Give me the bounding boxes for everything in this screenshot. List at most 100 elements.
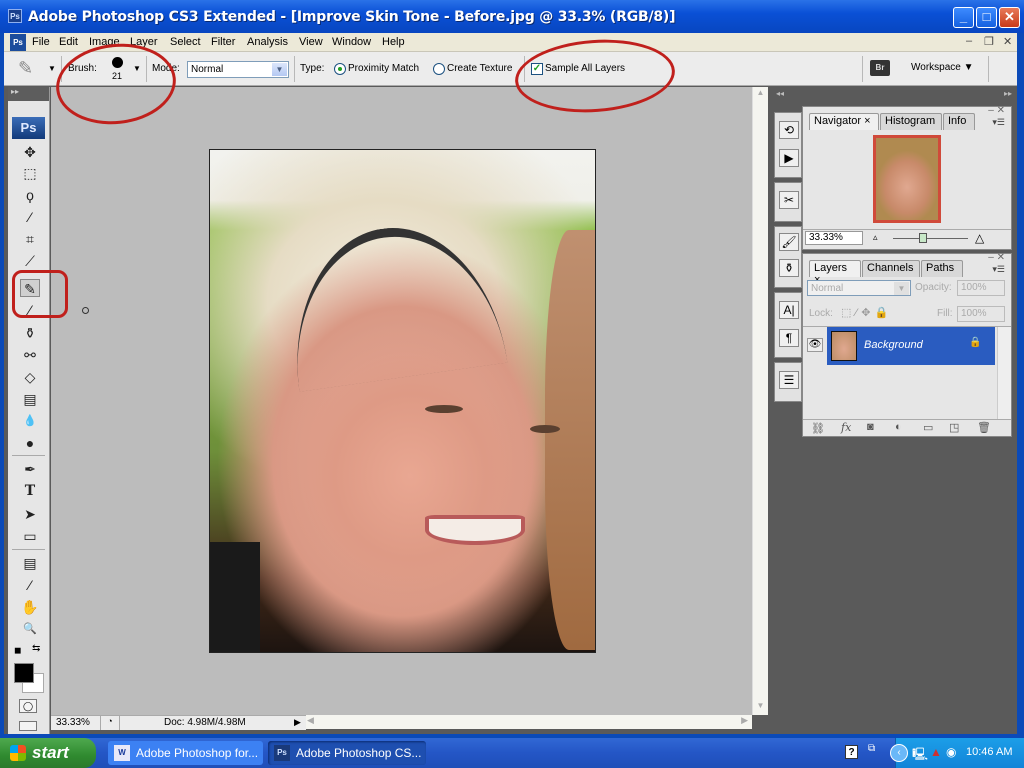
- proximity-match-label[interactable]: Proximity Match: [348, 63, 419, 74]
- workspace-menu[interactable]: Workspace ▼: [911, 62, 974, 73]
- tab-histogram[interactable]: Histogram: [880, 113, 942, 130]
- foreground-color-swatch[interactable]: [14, 663, 34, 683]
- visibility-eye-icon[interactable]: 👁: [807, 338, 823, 352]
- eraser-tool-icon[interactable]: ◇: [20, 368, 40, 386]
- history-icon[interactable]: ⟲: [779, 121, 799, 139]
- help-icon[interactable]: ?: [845, 745, 858, 759]
- clone-stamp-tool-icon[interactable]: ⚱: [20, 324, 40, 342]
- maximize-button[interactable]: □: [976, 7, 997, 28]
- volume-icon[interactable]: ◉: [946, 745, 956, 759]
- menu-window[interactable]: Window: [332, 36, 371, 48]
- default-colors-icon[interactable]: ◼: [14, 645, 21, 656]
- scroll-up-icon[interactable]: ▲: [754, 88, 767, 101]
- mode-select[interactable]: Normal ▼: [187, 61, 289, 78]
- trash-icon[interactable]: 🗑: [977, 421, 991, 434]
- scroll-right-icon[interactable]: ▶: [741, 715, 748, 726]
- close-button[interactable]: ✕: [999, 7, 1020, 28]
- screen-mode-icon[interactable]: [19, 721, 37, 731]
- bridge-icon[interactable]: Br: [870, 60, 890, 76]
- path-selection-tool-icon[interactable]: ➤: [20, 505, 40, 523]
- lock-icons[interactable]: ⬚⁄✥🔒: [841, 306, 892, 319]
- brush-dropdown-icon[interactable]: ▼: [133, 64, 141, 73]
- magic-wand-tool-icon[interactable]: ⁄: [20, 208, 40, 226]
- tab-layers[interactable]: Layers ×: [809, 260, 861, 286]
- shape-tool-icon[interactable]: ▭: [20, 527, 40, 545]
- menu-file[interactable]: File: [32, 36, 50, 48]
- status-menu-arrow-icon[interactable]: ▶: [294, 717, 301, 728]
- zoom-slider-thumb[interactable]: [919, 233, 927, 243]
- panel-menu-icon[interactable]: ▾☰: [992, 264, 1005, 275]
- title-bar[interactable]: Ps Adobe Photoshop CS3 Extended - [Impro…: [0, 0, 1024, 33]
- language-bar-icon[interactable]: ⧉: [868, 743, 875, 754]
- menu-view[interactable]: View: [299, 36, 323, 48]
- show-hidden-icons-button[interactable]: ‹: [890, 744, 908, 762]
- zoom-out-icon[interactable]: ▵: [873, 232, 878, 243]
- brush-preview-icon[interactable]: [112, 57, 123, 68]
- create-texture-label[interactable]: Create Texture: [447, 63, 512, 74]
- history-brush-tool-icon[interactable]: ⚯: [20, 346, 40, 364]
- hand-tool-icon[interactable]: ✋: [20, 598, 40, 616]
- adjustment-layer-icon[interactable]: ◐: [895, 421, 902, 433]
- link-layers-icon[interactable]: ⛓: [811, 422, 825, 435]
- navigator-zoom-field[interactable]: 33.33%: [805, 231, 863, 245]
- blend-mode-select[interactable]: Normal ▼: [807, 280, 911, 296]
- fill-field[interactable]: 100%: [957, 306, 1005, 322]
- sample-all-layers-label[interactable]: Sample All Layers: [545, 63, 625, 74]
- move-tool-icon[interactable]: ✥: [20, 143, 40, 161]
- minimize-button[interactable]: _: [953, 7, 974, 28]
- collapse-dock-icon[interactable]: ◂◂: [776, 89, 784, 98]
- security-icon[interactable]: ▲: [930, 745, 942, 759]
- menu-select[interactable]: Select: [170, 36, 201, 48]
- menu-analysis[interactable]: Analysis: [247, 36, 288, 48]
- tool-preset-dropdown-icon[interactable]: ▼: [48, 64, 56, 73]
- navigator-zoom-slider[interactable]: [893, 238, 968, 239]
- expand-dock-icon[interactable]: ▸▸: [1004, 89, 1012, 98]
- status-zoom[interactable]: 33.33%: [56, 717, 90, 728]
- create-texture-radio[interactable]: [433, 63, 445, 75]
- toolbox-header[interactable]: ▸▸: [8, 87, 49, 101]
- start-button[interactable]: start: [0, 738, 96, 768]
- panel-close-icon[interactable]: – ✕: [988, 252, 1005, 263]
- photoshop-logo[interactable]: Ps: [12, 117, 45, 139]
- tab-channels[interactable]: Channels: [862, 260, 920, 277]
- brushes-icon[interactable]: 🖌: [779, 233, 799, 251]
- tool-preset-icon[interactable]: ✎: [18, 58, 33, 79]
- scroll-down-icon[interactable]: ▼: [754, 701, 767, 714]
- clone-source-icon[interactable]: ⚱: [779, 259, 799, 277]
- marquee-tool-icon[interactable]: ⬚: [20, 164, 40, 182]
- menu-filter[interactable]: Filter: [211, 36, 235, 48]
- status-clock-icon[interactable]: ◔: [100, 716, 120, 730]
- blur-tool-icon[interactable]: 💧: [20, 412, 40, 430]
- menu-help[interactable]: Help: [382, 36, 405, 48]
- doc-minimize-button[interactable]: –: [966, 35, 972, 47]
- type-tool-icon[interactable]: T: [20, 482, 40, 500]
- taskbar-item-photoshop[interactable]: Ps Adobe Photoshop CS...: [268, 741, 426, 765]
- paragraph-icon[interactable]: ¶: [779, 329, 799, 347]
- doc-restore-button[interactable]: ❐: [984, 35, 994, 48]
- document-icon[interactable]: Ps: [10, 34, 26, 51]
- menu-edit[interactable]: Edit: [59, 36, 78, 48]
- menu-image[interactable]: Image: [89, 36, 120, 48]
- crop-tool-icon[interactable]: ⌗: [20, 230, 40, 248]
- opacity-field[interactable]: 100%: [957, 280, 1005, 296]
- zoom-tool-icon[interactable]: 🔍: [20, 620, 40, 638]
- tab-info[interactable]: Info: [943, 113, 975, 130]
- doc-close-button[interactable]: ✕: [1003, 35, 1012, 48]
- new-group-icon[interactable]: ▭: [923, 421, 933, 434]
- new-layer-icon[interactable]: ◳: [949, 421, 959, 434]
- pen-tool-icon[interactable]: ✒: [20, 460, 40, 478]
- horizontal-scrollbar[interactable]: ◀ ▶: [305, 715, 752, 729]
- scroll-left-icon[interactable]: ◀: [307, 715, 314, 726]
- gradient-tool-icon[interactable]: ▤: [20, 390, 40, 408]
- fx-icon[interactable]: fx: [841, 421, 851, 434]
- proximity-match-radio[interactable]: [334, 63, 346, 75]
- tool-presets-icon[interactable]: ✂: [779, 191, 799, 209]
- lasso-tool-icon[interactable]: ϙ: [20, 186, 40, 204]
- layer-comps-icon[interactable]: ☰: [779, 371, 799, 389]
- tab-paths[interactable]: Paths: [921, 260, 963, 277]
- slice-tool-icon[interactable]: ⟋: [20, 252, 40, 270]
- panel-close-icon[interactable]: – ✕: [988, 105, 1005, 116]
- zoom-in-icon[interactable]: △: [975, 231, 984, 245]
- swap-colors-icon[interactable]: ⇆: [32, 643, 40, 654]
- layer-row-background[interactable]: Background 🔒: [827, 327, 995, 365]
